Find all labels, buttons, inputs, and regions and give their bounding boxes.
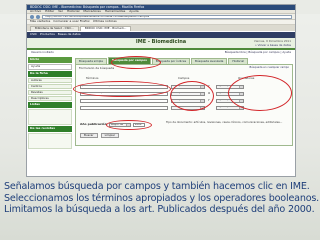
sidebar: Inicio Ayuda De la ficha Autores Centros… xyxy=(28,57,72,150)
caption-line: Limitamos la búsqueda a los art. Publica… xyxy=(4,204,315,216)
page-header: IME - Biomedicina Viernes, 9 Diciembre 2… xyxy=(27,38,295,50)
sidebar-section-journals: De las revistas xyxy=(28,126,72,132)
csic-logo[interactable]: CSIC xyxy=(30,32,37,36)
document-type-options[interactable]: Tipo de documento: artículos, revisiones… xyxy=(166,120,291,125)
menu-tools[interactable]: Herramientas xyxy=(105,9,125,13)
any-field-link[interactable]: Búsqueda en cualquier campo xyxy=(250,66,289,70)
browser-tab-strip: Biblioteca de Salud - CSIC... BDDOC CSIC… xyxy=(27,25,295,31)
menu-view[interactable]: Ver xyxy=(58,9,63,13)
menu-bookmarks[interactable]: Marcadores xyxy=(83,9,100,13)
csic-products-link[interactable]: Productos xyxy=(40,32,55,36)
highlight-circle-field-search-tab xyxy=(111,56,161,69)
caption-line: Señalamos búsqueda por campos y también … xyxy=(4,181,310,192)
forward-icon[interactable] xyxy=(36,14,40,19)
sidebar-journals-block xyxy=(28,133,72,149)
sidebar-item-centers[interactable]: Centros xyxy=(28,84,72,89)
bookmark-getting-started[interactable]: Comenzar a usar Firefox xyxy=(53,19,89,23)
browser-screenshot: BDDOC CSIC: IME - Biomedicina: Búsqueda … xyxy=(26,4,296,177)
session-bar: Usuario invitado Búsqueda libre | Búsque… xyxy=(27,50,295,56)
term-input[interactable] xyxy=(80,105,168,110)
browser-tab-health-library[interactable]: Biblioteca de Salud - CSIC... xyxy=(30,26,79,31)
page-title: IME - Biomedicina xyxy=(135,39,187,46)
search-row: Campos básicos Y Ayuda palabras xyxy=(80,98,244,103)
term-input[interactable] xyxy=(80,98,168,103)
sidebar-item-journals[interactable]: Revistas xyxy=(28,90,72,95)
menu-history[interactable]: Historial xyxy=(67,9,79,13)
web-page: CSIC Productos Bases de datos IME - Biom… xyxy=(27,32,295,176)
session-user: Usuario invitado xyxy=(31,50,54,55)
highlight-circle-operators xyxy=(228,75,292,111)
form-buttons: Buscar Limpiar xyxy=(80,133,120,138)
menu-help[interactable]: Ayuda xyxy=(129,9,138,13)
menu-file[interactable]: Archivo xyxy=(30,9,41,13)
highlight-circle-year xyxy=(106,120,152,130)
search-row: Campos básicos Ayuda palabras xyxy=(80,105,244,110)
slide-caption: Señalamos búsqueda por campos y también … xyxy=(4,181,320,216)
sidebar-item-authors[interactable]: Autores xyxy=(28,78,72,83)
search-form-panel: Formulario de búsqueda Búsqueda en cualq… xyxy=(73,64,293,146)
sidebar-item-help[interactable]: Ayuda xyxy=(28,64,72,70)
browser-tab-ime[interactable]: BDDOC CSIC: IME - Biomedi... xyxy=(79,26,132,31)
session-links[interactable]: Búsqueda libre | Búsqueda por campos | A… xyxy=(225,51,291,54)
sidebar-lists-block xyxy=(28,109,72,125)
sidebar-item-home[interactable]: Inicio xyxy=(28,57,72,63)
csic-databases-link[interactable]: Bases de datos xyxy=(58,32,81,36)
col-terms-header: Términos xyxy=(86,76,99,80)
sidebar-section-lists: Listas xyxy=(28,102,72,108)
back-to-databases-link[interactable]: » Volver a bases de datos xyxy=(255,43,291,47)
bookmark-most-visited[interactable]: Más visitados xyxy=(30,19,50,23)
bookmark-latest-news[interactable]: Últimas noticias xyxy=(93,19,117,23)
sidebar-section-record: De la ficha xyxy=(28,71,72,77)
back-icon[interactable] xyxy=(30,14,34,19)
year-label: Año publicación xyxy=(80,122,107,127)
clear-button[interactable]: Limpiar xyxy=(100,133,120,138)
search-area: Búsqueda simple Búsqueda por campos Búsq… xyxy=(73,57,293,146)
caption-line: Seleccionamos los términos apropiados y … xyxy=(4,192,320,204)
search-button[interactable]: Buscar xyxy=(80,133,98,138)
sidebar-item-descriptors[interactable]: Descriptores xyxy=(28,96,72,101)
url-field[interactable]: http://bddoc.csic.es:8080/basededatos.do… xyxy=(42,14,292,19)
highlight-circle-terms xyxy=(73,81,171,97)
col-field-header: Campos xyxy=(178,76,190,80)
highlight-circle-fields xyxy=(170,81,214,111)
search-tabs: Búsqueda simple Búsqueda por campos Búsq… xyxy=(75,57,293,64)
menu-edit[interactable]: Editar xyxy=(45,9,54,13)
